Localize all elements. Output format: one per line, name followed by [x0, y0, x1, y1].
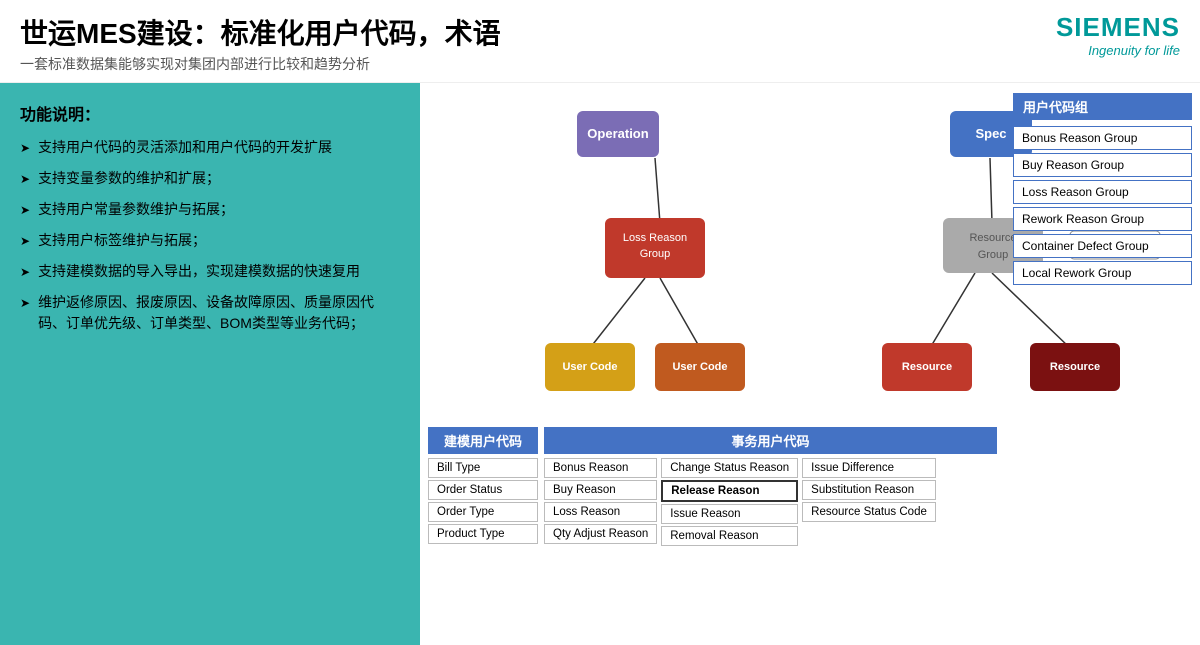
transaction-col-2: Change Status Reason Release Reason Issu…	[661, 458, 798, 546]
model-code-3: Order Type	[428, 502, 538, 522]
feature-item-4: 支持用户标签维护与拓展；	[20, 230, 400, 251]
page-header: 世运MES建设：标准化用户代码，术语 一套标准数据集能够实现对集团内部进行比较和…	[0, 0, 1200, 83]
feature-item-5: 支持建模数据的导入导出，实现建模数据的快速复用	[20, 261, 400, 282]
tc-1-1: Bonus Reason	[544, 458, 657, 478]
tc-1-2: Buy Reason	[544, 480, 657, 500]
model-code-1: Bill Type	[428, 458, 538, 478]
right-panel: Operation Spec Loss Reason Group Resourc…	[420, 83, 1200, 645]
model-code-4: Product Type	[428, 524, 538, 544]
main-content: 功能说明： 支持用户代码的灵活添加和用户代码的开发扩展 支持变量参数的维护和扩展…	[0, 83, 1200, 645]
model-codes-section: 建模用户代码 Bill Type Order Status Order Type…	[428, 427, 538, 544]
tc-2-4: Removal Reason	[661, 526, 798, 546]
tc-3-3: Resource Status Code	[802, 502, 936, 522]
transaction-col-1: Bonus Reason Buy Reason Loss Reason Qty …	[544, 458, 657, 546]
model-codes-list: Bill Type Order Status Order Type Produc…	[428, 458, 538, 544]
siemens-logo: SIEMENS Ingenuity for life	[1056, 12, 1180, 58]
svg-text:User Code: User Code	[562, 361, 617, 373]
codes-sidebar-item-4: Rework Reason Group	[1013, 207, 1192, 231]
tc-2-3: Issue Reason	[661, 504, 798, 524]
logo-tagline: Ingenuity for life	[1056, 43, 1180, 58]
left-panel: 功能说明： 支持用户代码的灵活添加和用户代码的开发扩展 支持变量参数的维护和扩展…	[0, 83, 420, 645]
svg-text:Group: Group	[640, 248, 671, 260]
feature-item-1: 支持用户代码的灵活添加和用户代码的开发扩展	[20, 137, 400, 158]
svg-text:Resource: Resource	[902, 361, 952, 373]
page-title: 世运MES建设：标准化用户代码，术语	[20, 12, 501, 52]
transaction-cols: Bonus Reason Buy Reason Loss Reason Qty …	[544, 458, 997, 546]
tc-1-3: Loss Reason	[544, 502, 657, 522]
codes-sidebar-item-2: Buy Reason Group	[1013, 153, 1192, 177]
tc-3-1: Issue Difference	[802, 458, 936, 478]
codes-sidebar-item-6: Local Rework Group	[1013, 261, 1192, 285]
tc-1-4: Qty Adjust Reason	[544, 524, 657, 544]
feature-item-6: 维护返修原因、报废原因、设备故障原因、质量原因代码、订单优先级、订单类型、BOM…	[20, 292, 400, 334]
bottom-area: 建模用户代码 Bill Type Order Status Order Type…	[420, 423, 1005, 643]
codes-sidebar-item-1: Bonus Reason Group	[1013, 126, 1192, 150]
codes-sidebar-title: 用户代码组	[1013, 93, 1192, 120]
feature-item-2: 支持变量参数的维护和扩展；	[20, 168, 400, 189]
left-panel-title: 功能说明：	[20, 101, 400, 125]
svg-text:Loss Reason: Loss Reason	[623, 232, 687, 244]
model-codes-title: 建模用户代码	[428, 427, 538, 454]
feature-item-3: 支持用户常量参数维护与拓展；	[20, 199, 400, 220]
model-code-2: Order Status	[428, 480, 538, 500]
codes-sidebar: 用户代码组 Bonus Reason Group Buy Reason Grou…	[1005, 83, 1200, 298]
feature-list: 支持用户代码的灵活添加和用户代码的开发扩展 支持变量参数的维护和扩展； 支持用户…	[20, 137, 400, 334]
transaction-codes-section: 事务用户代码 Bonus Reason Buy Reason Loss Reas…	[544, 427, 997, 546]
tc-2-1: Change Status Reason	[661, 458, 798, 478]
svg-text:Resource: Resource	[1050, 361, 1100, 373]
transaction-col-3: Issue Difference Substitution Reason Res…	[802, 458, 936, 546]
logo-text: SIEMENS	[1056, 12, 1180, 43]
svg-text:Group: Group	[978, 249, 1009, 261]
page-subtitle: 一套标准数据集能够实现对集团内部进行比较和趋势分析	[20, 54, 501, 74]
title-block: 世运MES建设：标准化用户代码，术语 一套标准数据集能够实现对集团内部进行比较和…	[20, 12, 501, 74]
svg-text:Operation: Operation	[587, 126, 648, 141]
codes-sidebar-item-5: Container Defect Group	[1013, 234, 1192, 258]
svg-text:User Code: User Code	[672, 361, 727, 373]
codes-sidebar-item-3: Loss Reason Group	[1013, 180, 1192, 204]
tc-3-2: Substitution Reason	[802, 480, 936, 500]
tc-2-2: Release Reason	[661, 480, 798, 502]
transaction-codes-title: 事务用户代码	[544, 427, 997, 454]
svg-text:Spec: Spec	[975, 126, 1006, 141]
